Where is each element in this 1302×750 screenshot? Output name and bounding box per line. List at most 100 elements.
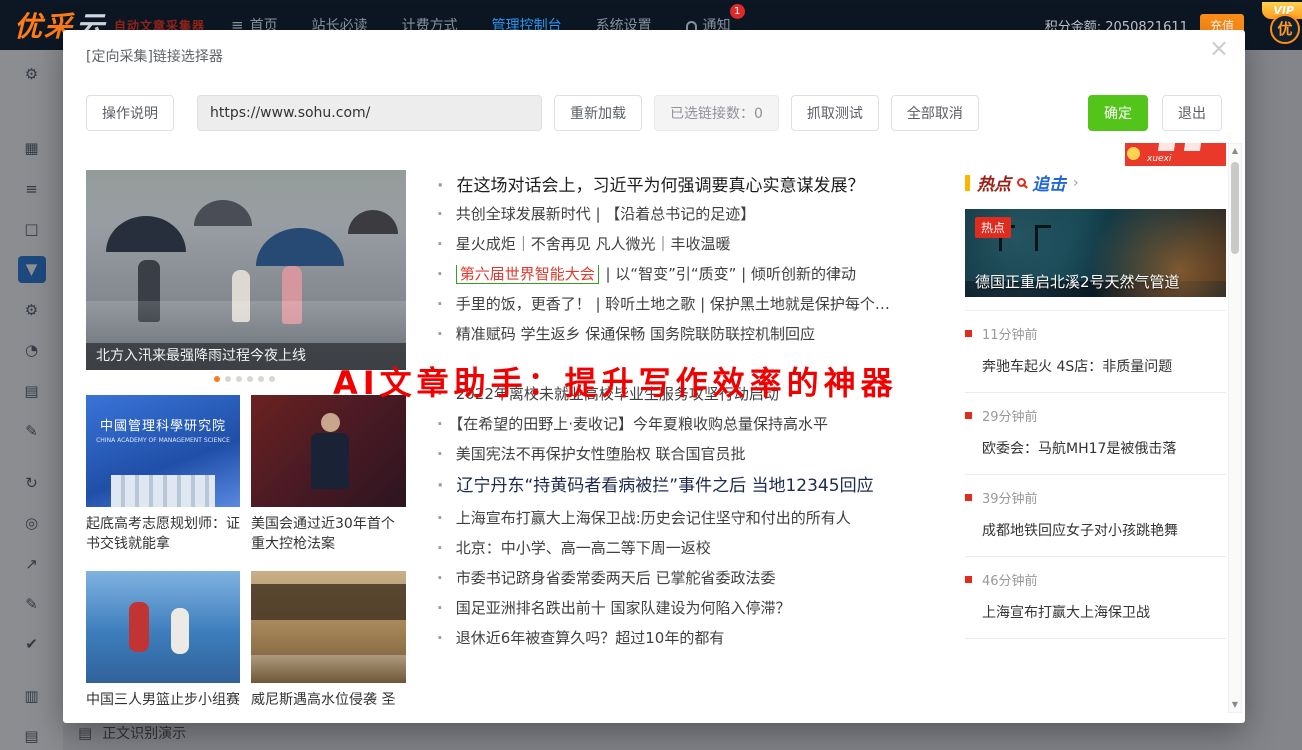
cancel-all-button[interactable]: 全部取消 (891, 95, 979, 131)
accent-bar (965, 175, 970, 191)
url-input[interactable] (197, 95, 542, 131)
selected-link-highlight[interactable]: 第六届世界智能大会 (456, 265, 599, 284)
article-grid: 中國管理科學研究院 CHINA ACADEMY OF MANAGEMENT SC… (86, 395, 406, 710)
article-card: 威尼斯遇高水位侵袭 圣 (251, 571, 406, 710)
person-shape (138, 260, 160, 322)
article-title[interactable]: 中国三人男篮止步小组赛 (86, 690, 240, 710)
thumb-overlay-subtitle: CHINA ACADEMY OF MANAGEMENT SCIENCE (86, 437, 240, 444)
hot-featured-image[interactable]: 热点 德国正重启北溪2号天然气管道 (965, 209, 1226, 297)
headline-link[interactable]: 北京：中小学、高一高二等下周一返校 (437, 539, 957, 558)
hot-item-title[interactable]: 奔驰车起火 4S店：非质量问题 (965, 343, 1226, 392)
headline-link[interactable]: 上海宣布打赢大上海保卫战:历史会记住坚守和付出的所有人 (437, 509, 957, 528)
headline-text: 北京：中小学、高一高二等下周一返校 (456, 539, 711, 557)
headline-text: 精准赋码 学生返乡 保通保畅 国务院联防联控机制回应 (456, 325, 815, 343)
hot-featured-title[interactable]: 德国正重启北溪2号天然气管道 (975, 271, 1180, 292)
headline-link[interactable]: 【在希望的田野上·麦收记】今年夏粮收购总量保持高水平 (437, 415, 957, 434)
hot-list: 11分钟前 奔驰车起火 4S店：非质量问题 29分钟前 欧委会：马航MH17是被… (965, 310, 1226, 639)
hot-item: 11分钟前 奔驰车起火 4S店：非质量问题 (965, 311, 1226, 393)
headline-link[interactable]: 国足亚洲排名跌出前十 国家队建设为何陷入停滞？ (437, 599, 957, 618)
article-thumb[interactable] (86, 571, 240, 683)
carousel-dot[interactable] (247, 376, 253, 382)
carousel-dot[interactable] (236, 376, 242, 382)
notification-badge: 1 (730, 4, 745, 19)
headline-link[interactable]: 手里的饭，更香了！ | 聆听土地之歌 | 保护黑土地就是保护每个… (437, 295, 957, 314)
hot-item-title[interactable]: 成都地铁回应女子对小孩跳艳舞 (965, 507, 1226, 556)
headline-text: 手里的饭，更香了！ | 聆听土地之歌 | 保护黑土地就是保护每个… (456, 295, 890, 313)
carousel-dot[interactable] (258, 376, 264, 382)
article-thumb[interactable] (251, 571, 406, 683)
article-thumb[interactable] (251, 395, 406, 507)
hot-item-title[interactable]: 欧委会：马航MH17是被俄击落 (965, 425, 1226, 474)
test-button[interactable]: 抓取测试 (791, 95, 879, 131)
exit-button[interactable]: 退出 (1162, 95, 1222, 131)
red-square-bullet (965, 412, 972, 419)
dialog-title: [定向采集]链接选择器 (86, 46, 223, 66)
headline-link[interactable]: 退休近6年被查算久吗？超过10年的都有 (437, 629, 957, 648)
scrollbar[interactable]: ▲ ▼ (1228, 143, 1242, 713)
help-button[interactable]: 操作说明 (86, 95, 174, 131)
headline-text: 【在希望的田野上·麦收记】今年夏粮收购总量保持高水平 (456, 415, 828, 433)
hot-item-time-row: 39分钟前 (965, 488, 1226, 507)
headline-text: 美国宪法不再保护女性堕胎权 联合国官员批 (456, 445, 746, 463)
article-title[interactable]: 美国会通过近30年首个重大控枪法案 (251, 514, 406, 555)
hot-item-time: 11分钟前 (982, 324, 1038, 343)
umbrella-shape (348, 210, 398, 234)
crane-shape (1035, 225, 1038, 251)
page-preview: xuexi 北方入汛来最强降雨过程今夜上线 中國管理科學研究院 CHINA AC… (86, 143, 1226, 713)
headline-text: 市委书记跻身省委常委两天后 已掌舵省委政法委 (456, 569, 776, 587)
person-shape (282, 266, 302, 324)
headline-link[interactable]: 市委书记跻身省委常委两天后 已掌舵省委政法委 (437, 569, 957, 588)
hot-item-time-row: 46分钟前 (965, 570, 1226, 589)
headline-text: | 以“智变”引“质变” | 倾听创新的律动 (601, 265, 856, 283)
watermark-text: AI文章助手：提升写作效率的神器 (333, 358, 898, 404)
hot-item-time: 46分钟前 (982, 570, 1038, 589)
selected-count-badge: 已选链接数：0 (654, 95, 779, 131)
carousel-dot[interactable] (269, 376, 275, 382)
headline-link[interactable]: 共创全球发展新时代 | 【沿着总书记的足迹】 (437, 205, 957, 224)
scroll-down-icon[interactable]: ▼ (1229, 698, 1241, 712)
headline-text: 共创全球发展新时代 | 【沿着总书记的足迹】 (456, 205, 756, 223)
article-title[interactable]: 威尼斯遇高水位侵袭 圣 (251, 690, 406, 710)
scroll-thumb[interactable] (1231, 162, 1239, 254)
confirm-button[interactable]: 确定 (1088, 95, 1148, 131)
headline-link[interactable]: 美国宪法不再保护女性堕胎权 联合国官员批 (437, 445, 957, 464)
hot-item-time-row: 29分钟前 (965, 406, 1226, 425)
user-logo-badge[interactable]: 优 (1270, 14, 1300, 44)
link-selector-dialog: [定向采集]链接选择器 × 操作说明 重新加载 已选链接数：0 抓取测试 全部取… (63, 30, 1245, 723)
hot-item-title[interactable]: 上海宣布打赢大上海保卫战 (965, 589, 1226, 638)
headline-link[interactable]: 辽宁丹东“持黄码者看病被拦”事件之后 当地12345回应 (437, 475, 957, 497)
umbrella-shape (256, 228, 344, 266)
reload-button[interactable]: 重新加载 (554, 95, 642, 131)
headline-text: 在这场对话会上，习近平为何强调要真心实意谋发展？ (456, 176, 864, 196)
headline-link[interactable]: 第六届世界智能大会 | 以“智变”引“质变” | 倾听创新的律动 (437, 265, 957, 284)
headline-text: 星火成炬｜不舍再见 凡人微光｜丰收温暖 (456, 235, 731, 253)
headline-list: 在这场对话会上，习近平为何强调要真心实意谋发展？ 共创全球发展新时代 | 【沿着… (437, 175, 957, 659)
chevron-right-icon[interactable]: › (1073, 175, 1079, 191)
carousel-dot[interactable] (214, 376, 220, 382)
chase-label: 追击 (1032, 170, 1066, 195)
red-square-bullet (965, 576, 972, 583)
carousel-dot[interactable] (225, 376, 231, 382)
dialog-toolbar: 操作说明 重新加载 已选链接数：0 抓取测试 全部取消 确定 退出 (86, 95, 1222, 131)
umbrella-shape (106, 216, 186, 252)
hot-badge: 热点 (975, 217, 1011, 238)
hot-header: 热点 追击 › (965, 170, 1226, 195)
headline-text: 退休近6年被查算久吗？超过10年的都有 (456, 629, 725, 647)
article-card: 中國管理科學研究院 CHINA ACADEMY OF MANAGEMENT SC… (86, 395, 240, 555)
hot-item: 46分钟前 上海宣布打赢大上海保卫战 (965, 557, 1226, 639)
article-title[interactable]: 起底高考志愿规划师：证书交钱就能拿 (86, 514, 240, 555)
close-icon[interactable]: × (1209, 36, 1229, 60)
article-thumb[interactable]: 中國管理科學研究院 CHINA ACADEMY OF MANAGEMENT SC… (86, 395, 240, 507)
hot-section: 热点 追击 › 热点 德国正重启北溪2号天然气管道 11分钟前 (965, 143, 1226, 639)
scroll-up-icon[interactable]: ▲ (1229, 144, 1241, 158)
red-square-bullet (965, 494, 972, 501)
headline-text: 上海宣布打赢大上海保卫战:历史会记住坚守和付出的所有人 (456, 509, 851, 527)
article-card: 中国三人男篮止步小组赛 (86, 571, 240, 710)
headline-text: 国足亚洲排名跌出前十 国家队建设为何陷入停滞？ (456, 599, 791, 617)
headline-link[interactable]: 在这场对话会上，习近平为何强调要真心实意谋发展？ (437, 175, 957, 197)
hot-item: 39分钟前 成都地铁回应女子对小孩跳艳舞 (965, 475, 1226, 557)
hero-image[interactable]: 北方入汛来最强降雨过程今夜上线 (86, 170, 406, 370)
headline-link[interactable]: 星火成炬｜不舍再见 凡人微光｜丰收温暖 (437, 235, 957, 254)
headline-link[interactable]: 精准赋码 学生返乡 保通保畅 国务院联防联控机制回应 (437, 325, 957, 344)
magnifier-icon (1017, 178, 1026, 187)
